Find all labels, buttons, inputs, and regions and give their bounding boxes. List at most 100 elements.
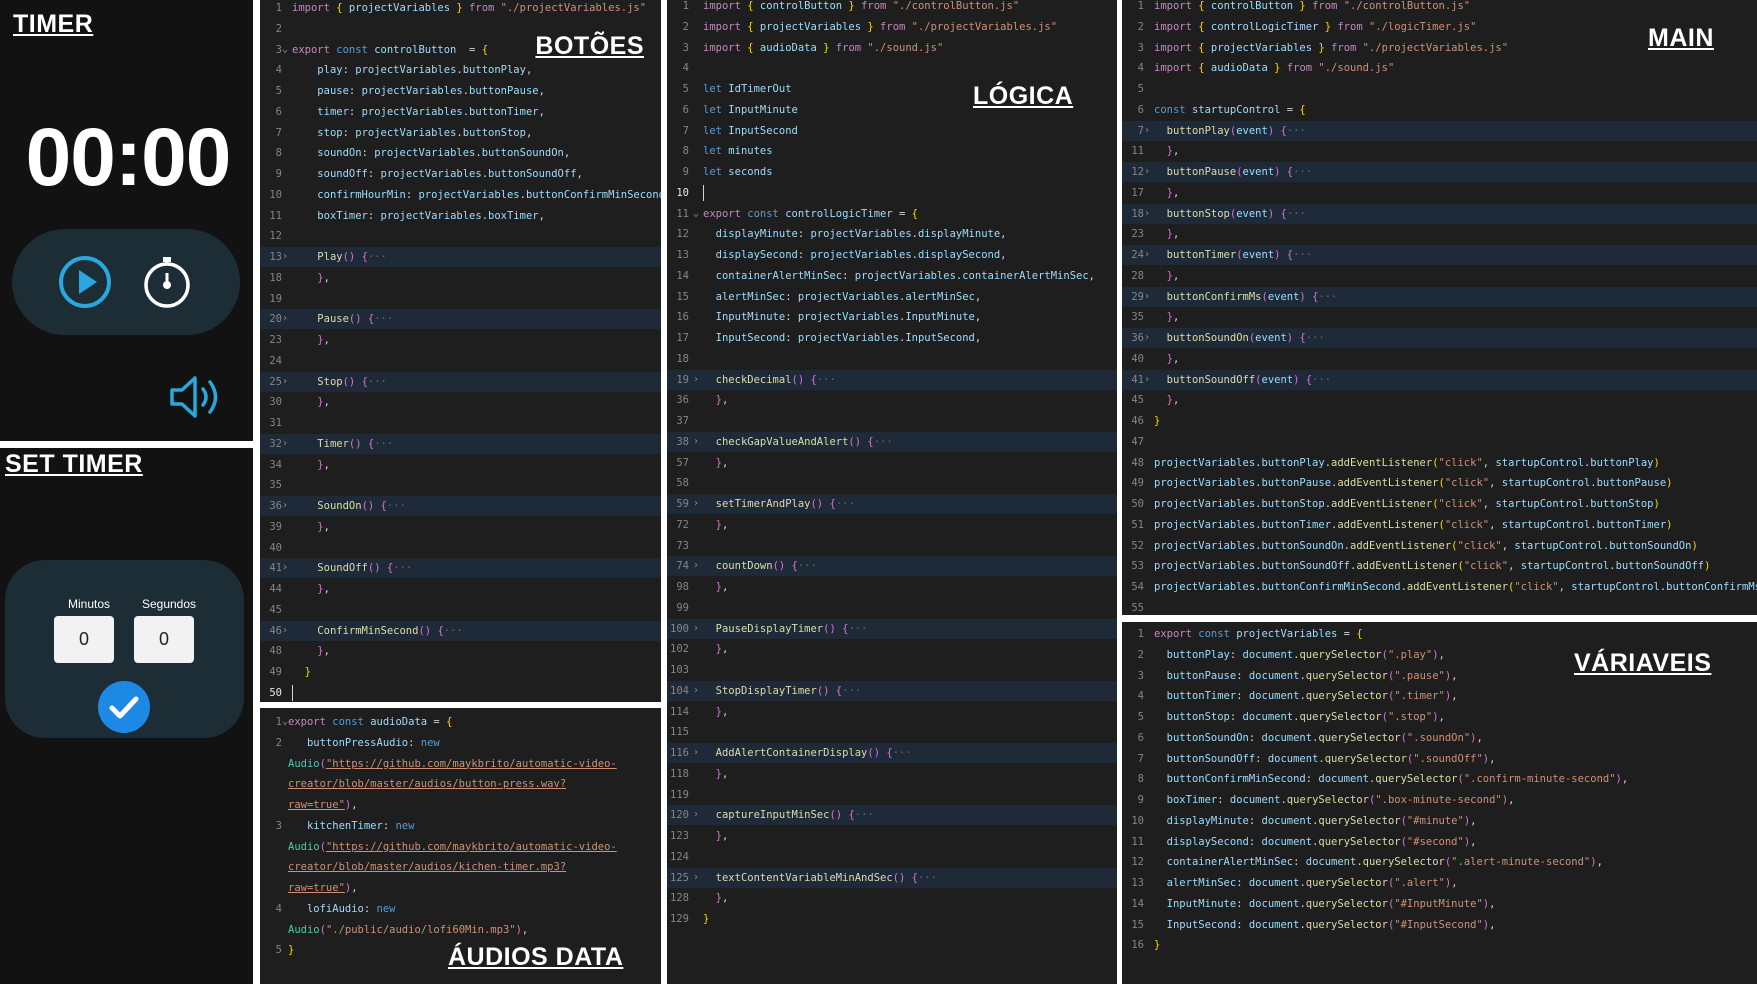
- code-text[interactable]: },: [1154, 390, 1180, 410]
- code-text[interactable]: export const audioData = {: [288, 712, 452, 732]
- code-text[interactable]: displaySecond: projectVariables.displayS…: [703, 245, 1007, 265]
- code-text[interactable]: pause: projectVariables.buttonPause,: [292, 81, 545, 101]
- code-text[interactable]: InputMinute: document.querySelector("#In…: [1154, 894, 1496, 914]
- code-text[interactable]: import { audioData } from "./sound.js": [703, 38, 943, 58]
- code-text[interactable]: },: [703, 577, 729, 597]
- code-text[interactable]: Stop() {···: [292, 372, 387, 392]
- code-text[interactable]: alertMinSec: projectVariables.alertMinSe…: [703, 287, 982, 307]
- code-text[interactable]: },: [703, 515, 729, 535]
- code-text[interactable]: countDown() {···: [703, 556, 817, 576]
- code-text[interactable]: StopDisplayTimer() {···: [703, 681, 861, 701]
- code-text[interactable]: import { projectVariables } from "./proj…: [292, 0, 646, 18]
- code-text[interactable]: },: [1154, 266, 1180, 286]
- code-text[interactable]: buttonSoundOn: document.querySelector(".…: [1154, 728, 1483, 748]
- code-text[interactable]: projectVariables.buttonTimer.addEventLis…: [1154, 515, 1672, 535]
- code-text[interactable]: },: [292, 517, 330, 537]
- code-text[interactable]: Audio("./public/audio/lofi60Min.mp3"),: [288, 920, 528, 940]
- code-text[interactable]: import { projectVariables } from "./proj…: [1154, 38, 1508, 58]
- code-text[interactable]: ConfirmMinSecond() {···: [292, 621, 462, 641]
- code-text[interactable]: soundOn: projectVariables.buttonSoundOn,: [292, 143, 570, 163]
- code-text[interactable]: export const projectVariables = {: [1154, 624, 1363, 644]
- code-text[interactable]: buttonConfirmMinSecond: document.querySe…: [1154, 769, 1629, 789]
- fold-closed-icon[interactable]: ›: [282, 496, 288, 516]
- code-text[interactable]: },: [703, 888, 729, 908]
- code-text[interactable]: buttonPlay(event) {···: [1154, 121, 1306, 141]
- code-text[interactable]: import { projectVariables } from "./proj…: [703, 17, 1057, 37]
- code-text[interactable]: Pause() {···: [292, 309, 393, 329]
- code-text[interactable]: },: [292, 268, 330, 288]
- code-text[interactable]: containerAlertMinSec: projectVariables.c…: [703, 266, 1095, 286]
- code-text[interactable]: import { audioData } from "./sound.js": [1154, 58, 1394, 78]
- code-text[interactable]: buttonConfirmMs(event) {···: [1154, 287, 1338, 307]
- fold-closed-icon[interactable]: ›: [282, 434, 288, 454]
- code-text[interactable]: },: [292, 641, 330, 661]
- code-text[interactable]: displaySecond: document.querySelector("#…: [1154, 832, 1477, 852]
- fold-closed-icon[interactable]: ›: [1144, 245, 1150, 265]
- fold-closed-icon[interactable]: ›: [1144, 370, 1150, 390]
- code-text[interactable]: projectVariables.buttonSoundOff.addEvent…: [1154, 556, 1710, 576]
- code-text[interactable]: SoundOff() {···: [292, 558, 412, 578]
- code-text[interactable]: projectVariables.buttonStop.addEventList…: [1154, 494, 1660, 514]
- fold-closed-icon[interactable]: ›: [693, 868, 699, 888]
- code-text[interactable]: }: [292, 662, 311, 682]
- minutes-input[interactable]: 0: [54, 616, 114, 663]
- code-text[interactable]: },: [1154, 224, 1180, 244]
- code-text[interactable]: },: [1154, 349, 1180, 369]
- code-text[interactable]: creator/blob/master/audios/kichen-timer.…: [288, 857, 566, 877]
- fold-closed-icon[interactable]: ›: [693, 681, 699, 701]
- code-text[interactable]: raw=true"),: [288, 878, 358, 898]
- fold-closed-icon[interactable]: ›: [282, 247, 288, 267]
- fold-closed-icon[interactable]: ›: [693, 556, 699, 576]
- code-text[interactable]: soundOff: projectVariables.buttonSoundOf…: [292, 164, 583, 184]
- fold-closed-icon[interactable]: ›: [282, 309, 288, 329]
- fold-open-icon[interactable]: ⌄: [282, 40, 288, 60]
- code-text[interactable]: displayMinute: projectVariables.displayM…: [703, 224, 1007, 244]
- code-text[interactable]: }: [1154, 411, 1160, 431]
- code-text[interactable]: },: [703, 764, 729, 784]
- code-text[interactable]: Timer() {···: [292, 434, 393, 454]
- fold-closed-icon[interactable]: ›: [282, 558, 288, 578]
- fold-closed-icon[interactable]: ›: [1144, 162, 1150, 182]
- code-text[interactable]: },: [703, 826, 729, 846]
- code-text[interactable]: boxTimer: document.querySelector(".box-m…: [1154, 790, 1515, 810]
- code-text[interactable]: buttonSoundOff: document.querySelector("…: [1154, 749, 1496, 769]
- code-text[interactable]: },: [1154, 183, 1180, 203]
- code-text[interactable]: textContentVariableMinAndSec() {···: [703, 868, 937, 888]
- code-text[interactable]: boxTimer: projectVariables.boxTimer,: [292, 206, 545, 226]
- code-text[interactable]: }: [703, 909, 709, 929]
- fold-closed-icon[interactable]: ›: [693, 494, 699, 514]
- code-text[interactable]: checkGapValueAndAlert() {···: [703, 432, 893, 452]
- fold-closed-icon[interactable]: ›: [693, 805, 699, 825]
- code-text[interactable]: Audio("https://github.com/maykbrito/auto…: [288, 754, 617, 774]
- fold-closed-icon[interactable]: ›: [693, 619, 699, 639]
- code-text[interactable]: play: projectVariables.buttonPlay,: [292, 60, 532, 80]
- code-text[interactable]: export const controlButton = {: [292, 40, 488, 60]
- code-text[interactable]: buttonPause: document.querySelector(".pa…: [1154, 666, 1458, 686]
- code-text[interactable]: InputSecond: document.querySelector("#In…: [1154, 915, 1496, 935]
- code-text[interactable]: buttonStop: document.querySelector(".sto…: [1154, 707, 1445, 727]
- stopwatch-icon[interactable]: [139, 254, 195, 310]
- code-text[interactable]: },: [703, 453, 729, 473]
- code-text[interactable]: let seconds: [703, 162, 773, 182]
- code-text[interactable]: let InputMinute: [703, 100, 798, 120]
- code-text[interactable]: export const controlLogicTimer = {: [703, 204, 918, 224]
- code-text[interactable]: projectVariables.buttonSoundOn.addEventL…: [1154, 536, 1698, 556]
- code-text[interactable]: let InputSecond: [703, 121, 798, 141]
- code-text[interactable]: SoundOn() {···: [292, 496, 406, 516]
- code-text[interactable]: }: [288, 940, 294, 960]
- code-text[interactable]: Play() {···: [292, 247, 387, 267]
- code-text[interactable]: },: [703, 702, 729, 722]
- fold-closed-icon[interactable]: ›: [693, 370, 699, 390]
- code-text[interactable]: const startupControl = {: [1154, 100, 1306, 120]
- code-text[interactable]: buttonTimer(event) {···: [1154, 245, 1312, 265]
- code-text[interactable]: InputMinute: projectVariables.InputMinut…: [703, 307, 982, 327]
- play-icon[interactable]: [57, 254, 113, 310]
- code-text[interactable]: },: [1154, 307, 1180, 327]
- code-text[interactable]: AddAlertContainerDisplay() {···: [703, 743, 912, 763]
- code-text[interactable]: stop: projectVariables.buttonStop,: [292, 123, 532, 143]
- code-text[interactable]: confirmHourMin: projectVariables.buttonC…: [292, 185, 661, 205]
- code-text[interactable]: displayMinute: document.querySelector("#…: [1154, 811, 1477, 831]
- code-text[interactable]: import { controlButton } from "./control…: [1154, 0, 1470, 16]
- fold-open-icon[interactable]: ⌄: [693, 204, 699, 224]
- code-text[interactable]: containerAlertMinSec: document.querySele…: [1154, 852, 1603, 872]
